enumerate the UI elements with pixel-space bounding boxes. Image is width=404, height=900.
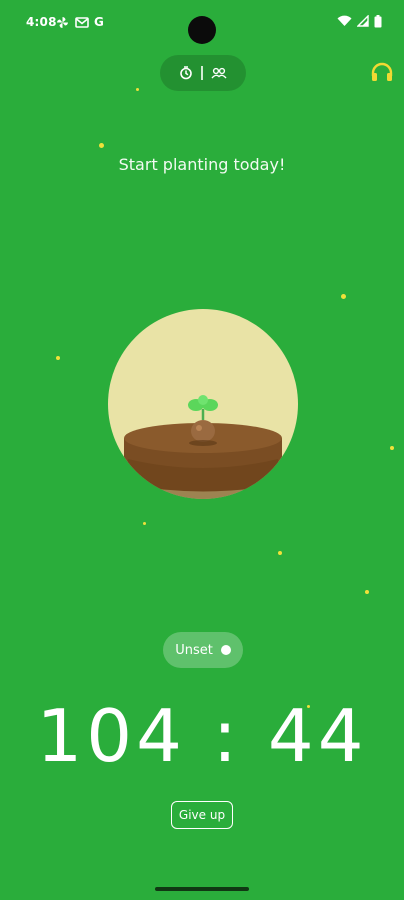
- together-mode-icon[interactable]: [211, 66, 227, 80]
- single-mode-icon[interactable]: [179, 66, 193, 80]
- give-up-button[interactable]: Give up: [171, 801, 233, 829]
- gmail-icon: [75, 17, 89, 28]
- status-time: 4:08: [26, 15, 57, 29]
- timer-display: 104 : 44: [36, 694, 368, 778]
- google-icon: G: [94, 15, 104, 29]
- mode-divider: [201, 66, 203, 80]
- sparkle-dot: [56, 356, 60, 360]
- pinwheel-icon: [57, 17, 68, 28]
- sparkle-dot: [278, 551, 282, 555]
- mode-toggle[interactable]: [160, 55, 246, 91]
- sparkle-dot: [341, 294, 346, 299]
- signal-icon: [357, 15, 369, 27]
- sparkle-dot: [365, 590, 369, 594]
- headphones-icon[interactable]: [370, 62, 394, 82]
- system-status: [337, 13, 382, 29]
- home-indicator[interactable]: [155, 887, 249, 891]
- sparkle-dot: [136, 88, 139, 91]
- tag-color-dot: [220, 645, 231, 655]
- sparkle-dot: [143, 522, 146, 525]
- tree-circle[interactable]: [108, 309, 298, 499]
- sparkle-dot: [390, 446, 394, 450]
- tag-selector[interactable]: Unset: [163, 632, 243, 668]
- sparkle-dot: [99, 143, 104, 148]
- wifi-icon: [337, 15, 352, 26]
- battery-icon: [374, 14, 382, 27]
- camera-cutout: [188, 16, 216, 44]
- tag-label: Unset: [175, 642, 213, 658]
- status-bar: 4:08 G: [0, 0, 404, 46]
- headline: Start planting today!: [118, 155, 286, 174]
